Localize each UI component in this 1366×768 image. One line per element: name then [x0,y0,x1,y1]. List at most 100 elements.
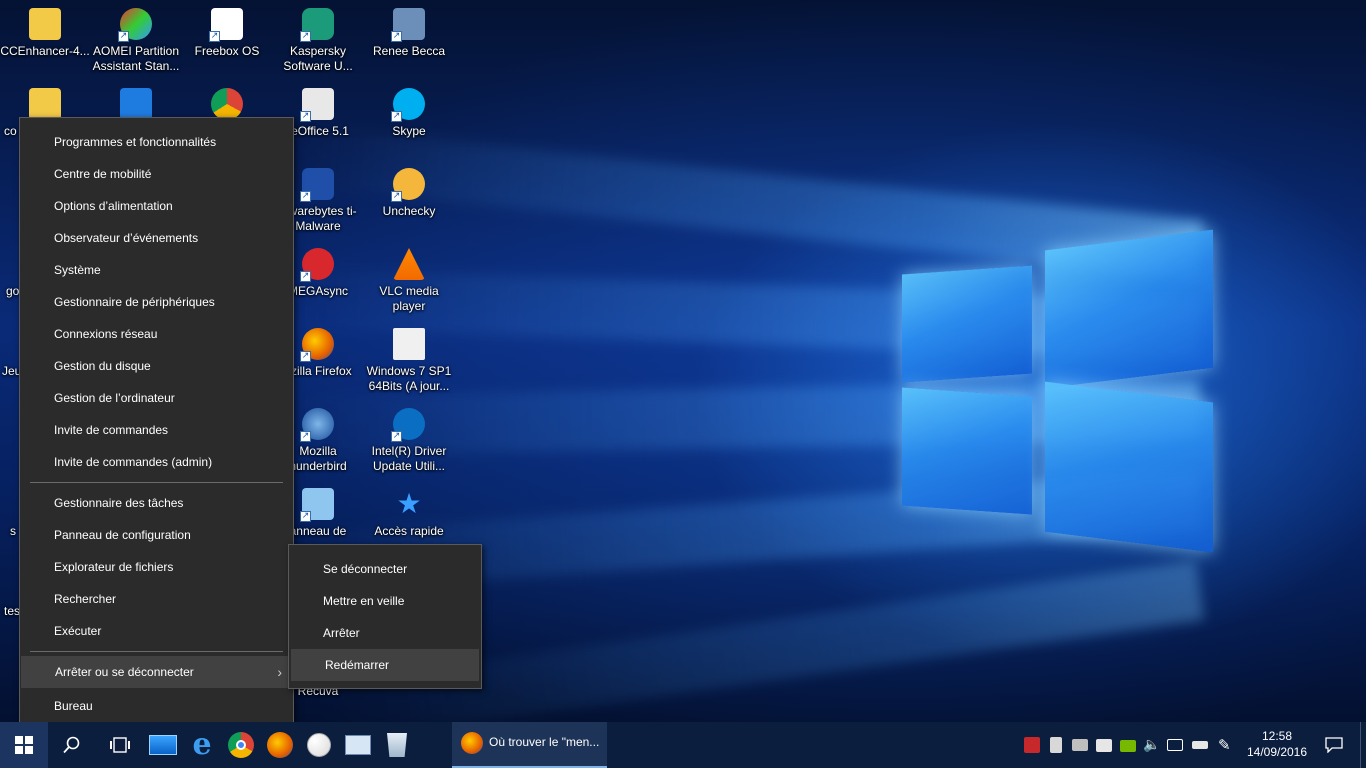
search-button[interactable] [52,722,92,768]
freebox-icon: ↗ [209,8,243,42]
paint-icon [307,733,331,757]
desktop-icon-skype[interactable]: ↗ Skype [364,88,454,139]
start-button[interactable] [0,722,48,768]
task-view-icon [110,737,130,753]
menu-item-search[interactable]: Rechercher [20,583,293,615]
desktop-icon-intel-driver[interactable]: ↗ Intel(R) Driver Update Utili... [364,408,454,474]
firefox-icon: ↗ [300,328,334,362]
taskbar: e Où trouver le "men... 🔈 ✎ 12:58 14/09/… [0,722,1366,768]
menu-item-computer-management[interactable]: Gestion de l’ordinateur [20,382,293,414]
desktop-icon [149,735,177,755]
menu-item-command-prompt-admin[interactable]: Invite de commandes (admin) [20,446,293,478]
desktop-icon-windows7-iso[interactable]: Windows 7 SP1 64Bits (A jour... [364,328,454,394]
desktop-icon-renee-becca[interactable]: ↗ Renee Becca [364,8,454,59]
submenu-item-restart[interactable]: Redémarrer [291,649,479,681]
windows-logo-pane-bottom-left [902,387,1032,515]
libreoffice-icon: ↗ [300,88,334,122]
shutdown-submenu: Se déconnecter Mettre en veille Arrêter … [288,544,482,689]
volume-icon[interactable]: 🔈 [1143,737,1160,753]
show-desktop-button[interactable] [1360,722,1366,768]
task-view-button[interactable] [100,722,140,768]
search-icon [63,736,80,754]
kaspersky-icon: ↗ [300,8,334,42]
submenu-item-sleep[interactable]: Mettre en veille [289,585,481,617]
firefox-icon [267,732,293,758]
menu-item-disk-management[interactable]: Gestion du disque [20,350,293,382]
skype-icon: ↗ [391,88,425,122]
menu-item-shutdown-or-sign-out[interactable]: Arrêter ou se déconnecter › [21,656,292,688]
windows-setup-icon [120,88,152,120]
edge-icon: e [192,727,212,762]
nvidia-tray-icon[interactable] [1120,740,1136,752]
folder-icon [29,88,61,120]
clock-time: 12:58 [1261,729,1293,743]
star-icon: ★ [396,487,422,520]
shutdown-label: Arrêter ou se déconnecter [55,665,194,679]
taskbar-window-firefox[interactable]: Où trouver le "men... [452,722,607,768]
clock[interactable]: 12:58 14/09/2016 [1244,728,1310,760]
menu-item-file-explorer[interactable]: Explorateur de fichiers [20,551,293,583]
clock-date: 14/09/2016 [1246,745,1308,759]
chrome-icon [228,732,254,758]
taskbar-firefox-button[interactable] [260,722,300,768]
menu-item-event-viewer[interactable]: Observateur d’événements [20,222,293,254]
kaspersky-tray-icon[interactable] [1024,737,1040,753]
notification-center-button[interactable] [1318,722,1350,768]
windows-logo-pane-top-right [1045,229,1213,389]
menu-item-control-panel[interactable]: Panneau de configuration [20,519,293,551]
desktop-icon-vlc[interactable]: VLC media player [364,248,454,314]
menu-item-network-connections[interactable]: Connexions réseau [20,318,293,350]
taskbar-window-title: Où trouver le "men... [489,735,600,749]
desktop-icon-quick-access[interactable]: ★ Accès rapide [364,488,454,539]
menu-separator [30,651,283,652]
renee-becca-icon: ↗ [391,8,425,42]
winx-context-menu: Programmes et fonctionnalités Centre de … [19,117,294,728]
menu-separator [30,482,283,483]
chrome-icon [211,88,243,120]
taskbar-app-button[interactable] [338,722,378,768]
taskbar-chrome-button[interactable] [221,722,261,768]
windows-logo-pane-bottom-right [1045,381,1213,553]
desktop-icon-freebox[interactable]: ↗ Freebox OS [182,8,272,59]
desktop-icon-ccenhancer[interactable]: CCEnhancer-4... [0,8,90,59]
taskbar-paint-button[interactable] [299,722,339,768]
menu-item-task-manager[interactable]: Gestionnaire des tâches [20,487,293,519]
app-icon [345,735,371,755]
malwarebytes-icon: ↗ [300,168,334,202]
menu-item-desktop[interactable]: Bureau [20,690,293,722]
desktop-icon-unchecky[interactable]: ↗ Unchecky [364,168,454,219]
vlc-icon [393,248,425,280]
network-lock-tray-icon[interactable] [1050,737,1062,753]
megasync-icon: ↗ [300,248,334,282]
unchecky-icon: ↗ [391,168,425,202]
control-panel-icon: ↗ [300,488,334,522]
thunderbird-icon: ↗ [300,408,334,442]
submenu-item-sign-out[interactable]: Se déconnecter [289,553,481,585]
menu-item-run[interactable]: Exécuter [20,615,293,647]
taskbar-desktop-button[interactable] [143,722,183,768]
menu-item-system[interactable]: Système [20,254,293,286]
desktop-icon-kaspersky[interactable]: ↗ Kaspersky Software U... [273,8,363,74]
usb-tray-icon[interactable] [1192,741,1208,749]
menu-item-device-manager[interactable]: Gestionnaire de périphériques [20,286,293,318]
taskbar-recycle-bin-button[interactable] [377,722,417,768]
taskbar-edge-button[interactable]: e [182,722,222,768]
menu-item-command-prompt[interactable]: Invite de commandes [20,414,293,446]
menu-item-power-options[interactable]: Options d’alimentation [20,190,293,222]
printer-tray-icon[interactable] [1096,739,1112,752]
aomei-icon: ↗ [118,8,152,42]
recycle-bin-icon [387,733,407,757]
windows-logo-pane-top-left [902,265,1032,383]
disc-image-icon [393,328,425,360]
menu-item-mobility-center[interactable]: Centre de mobilité [20,158,293,190]
device-tray-icon[interactable] [1072,739,1088,751]
desktop-icon-aomei[interactable]: ↗ AOMEI Partition Assistant Stan... [91,8,181,74]
intel-icon: ↗ [391,408,425,442]
folder-icon [29,8,61,40]
menu-item-programs-features[interactable]: Programmes et fonctionnalités [20,126,293,158]
chevron-right-icon: › [277,664,282,680]
pen-ink-icon[interactable]: ✎ [1218,737,1234,753]
submenu-item-shut-down[interactable]: Arrêter [289,617,481,649]
network-tray-icon[interactable] [1167,739,1183,751]
notification-icon [1325,737,1343,753]
